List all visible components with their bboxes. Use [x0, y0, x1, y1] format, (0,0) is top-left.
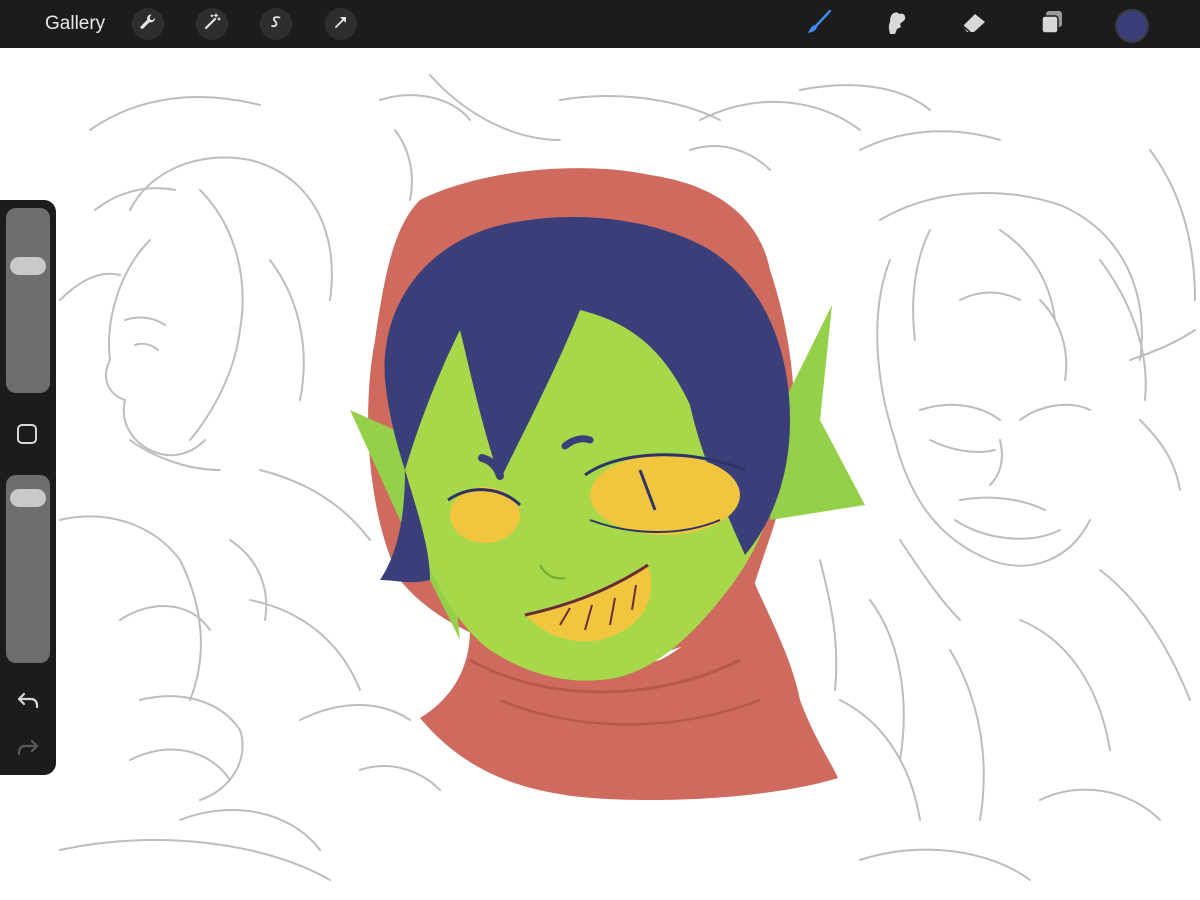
opacity-handle[interactable]: [10, 488, 46, 507]
drawing-canvas[interactable]: [0, 48, 1200, 900]
goblin-drawing: [350, 168, 865, 800]
undo-button[interactable]: [14, 686, 42, 714]
adjustments-button[interactable]: [196, 8, 228, 40]
brush-icon: [805, 7, 835, 42]
left-sidebar: [0, 200, 56, 775]
magic-wand-icon: [202, 12, 222, 37]
redo-button[interactable]: [14, 733, 42, 761]
layers-icon: [1037, 7, 1067, 42]
brush-size-handle[interactable]: [10, 256, 46, 275]
smudge-tool[interactable]: [878, 6, 914, 42]
selection-s-icon: [266, 12, 286, 37]
opacity-slider[interactable]: [6, 475, 50, 663]
transform-button[interactable]: [325, 8, 357, 40]
selection-button[interactable]: [260, 8, 292, 40]
actions-button[interactable]: [132, 8, 164, 40]
brush-size-slider[interactable]: [6, 208, 50, 393]
eraser-tool[interactable]: [956, 6, 992, 42]
wrench-icon: [138, 12, 158, 37]
gallery-button[interactable]: Gallery: [45, 12, 105, 36]
transform-arrow-icon: [331, 12, 351, 37]
brush-tool[interactable]: [802, 6, 838, 42]
modify-button[interactable]: [17, 424, 37, 444]
undo-arrow-icon: [14, 692, 42, 718]
top-toolbar: Gallery: [0, 0, 1200, 48]
smudge-icon: [881, 7, 911, 42]
color-picker-button[interactable]: [1115, 9, 1149, 43]
artwork: [59, 74, 1196, 881]
redo-arrow-icon: [14, 739, 42, 765]
eraser-icon: [959, 7, 989, 42]
layers-tool[interactable]: [1034, 6, 1070, 42]
